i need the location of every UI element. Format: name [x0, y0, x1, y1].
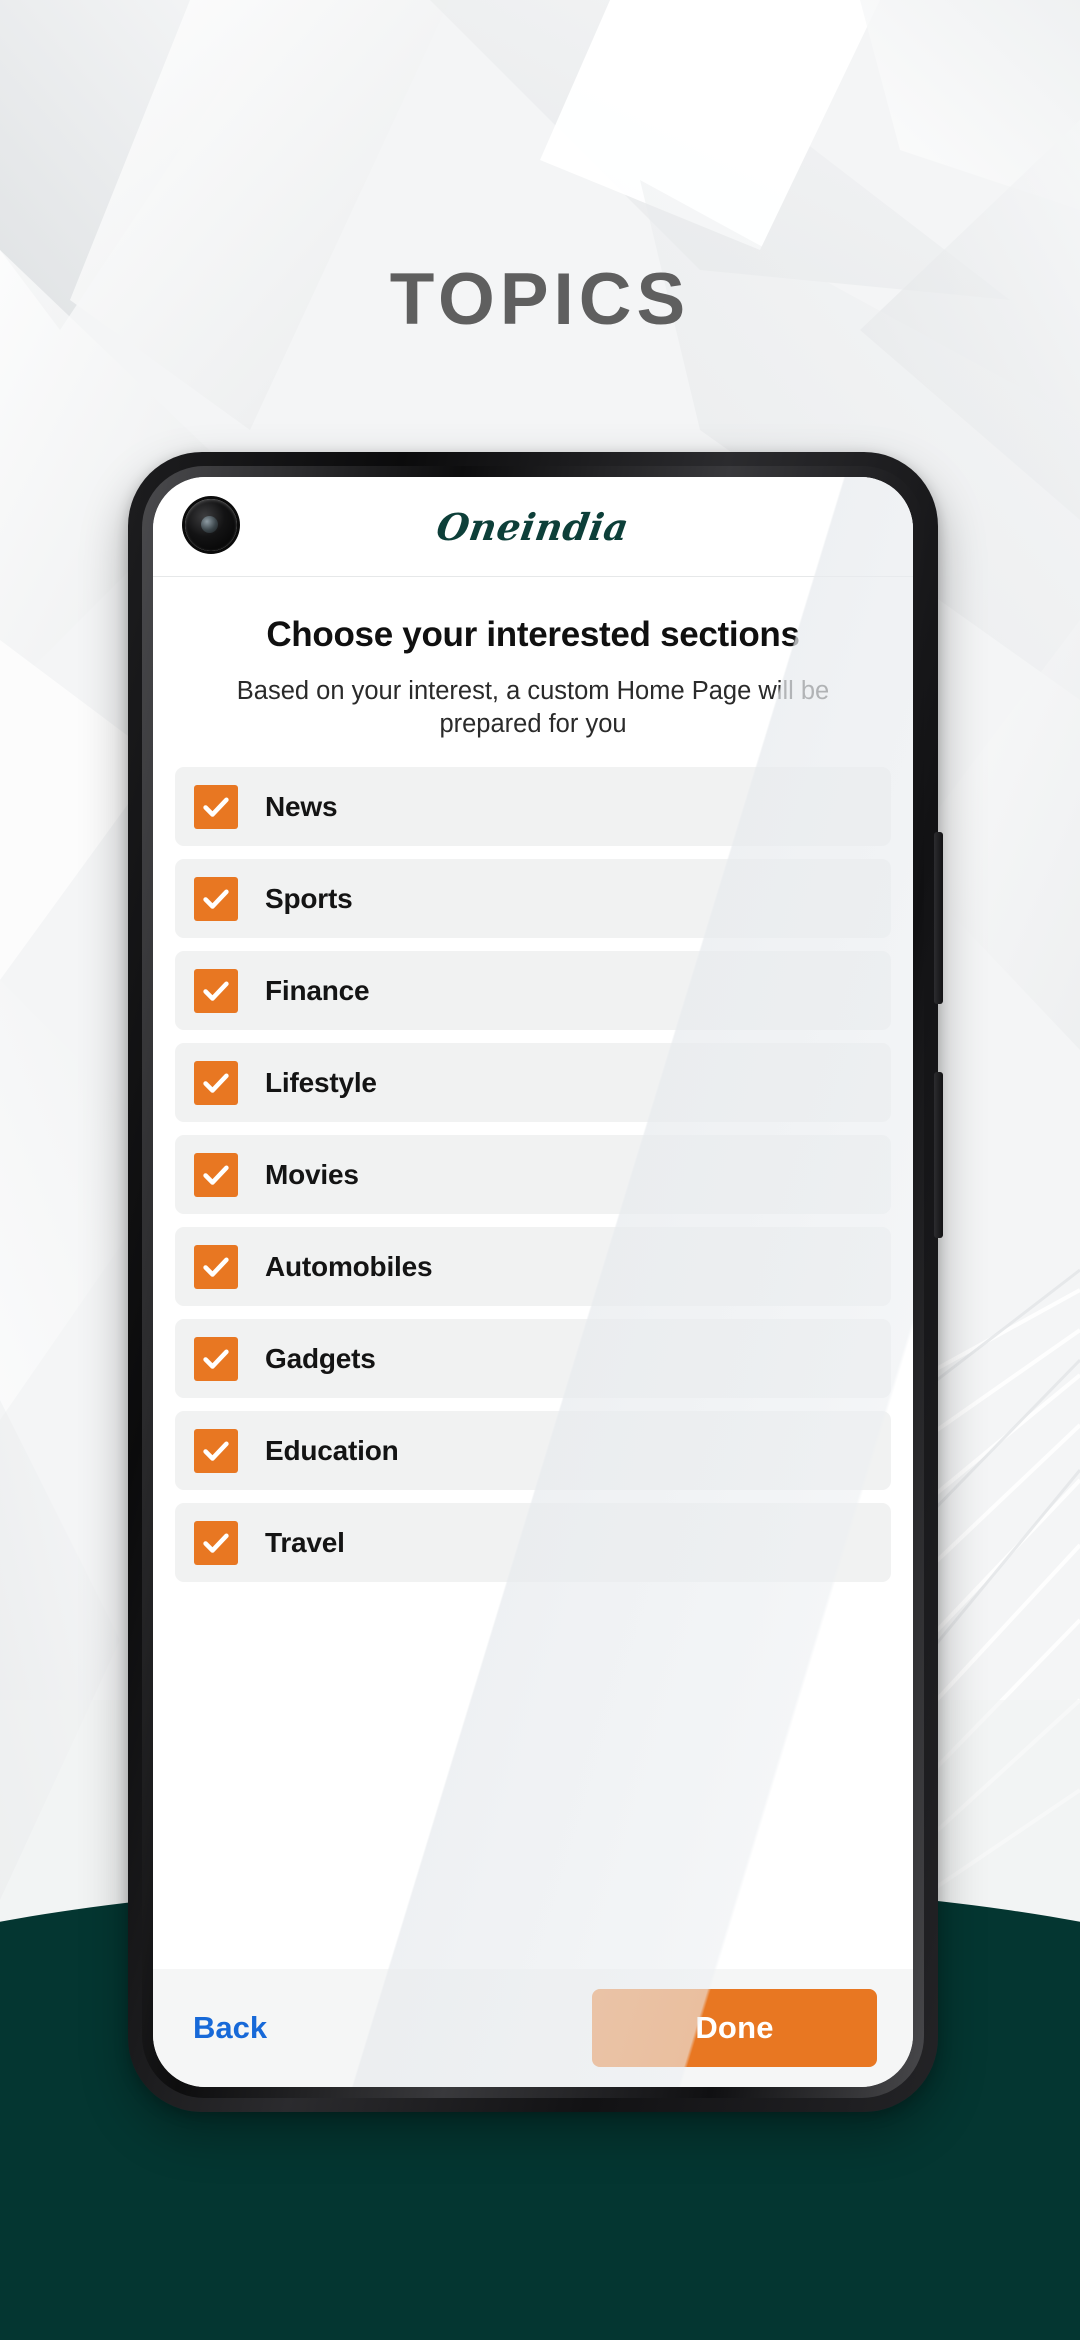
topic-label: Lifestyle — [265, 1066, 377, 1098]
checkmark-icon — [203, 1349, 229, 1369]
topic-label: News — [265, 790, 338, 822]
topic-row[interactable]: Sports — [175, 859, 891, 939]
topic-checkbox-checked[interactable] — [194, 1336, 238, 1381]
app-footer: Back Done — [153, 1969, 913, 2087]
phone-bezel: Oneindia Choose your interested sections… — [142, 466, 924, 2098]
topic-checkbox-checked[interactable] — [194, 1520, 238, 1565]
phone-screen: Oneindia Choose your interested sections… — [153, 477, 913, 2087]
done-button[interactable]: Done — [592, 1989, 877, 2067]
power-button[interactable] — [934, 1072, 943, 1238]
topic-row[interactable]: Automobiles — [175, 1227, 891, 1307]
topic-list: News Sports Finance Lifestyle Movies Automobi… — [175, 767, 891, 1583]
app-content: Choose your interested sections Based on… — [153, 577, 913, 1969]
checkmark-icon — [203, 1165, 229, 1185]
topic-checkbox-checked[interactable] — [194, 1428, 238, 1473]
topic-label: Travel — [265, 1526, 345, 1558]
topic-label: Finance — [265, 974, 370, 1006]
checkmark-icon — [203, 1533, 229, 1553]
topic-row[interactable]: Lifestyle — [175, 1043, 891, 1123]
volume-rocker-button[interactable] — [934, 832, 943, 1004]
app-logo: Oneindia — [433, 504, 633, 549]
checkmark-icon — [203, 1257, 229, 1277]
back-button[interactable]: Back — [189, 2002, 271, 2054]
topic-label: Movies — [265, 1158, 359, 1190]
topic-checkbox-checked[interactable] — [194, 1244, 238, 1289]
topic-checkbox-checked[interactable] — [194, 784, 238, 829]
topic-checkbox-checked[interactable] — [194, 1060, 238, 1105]
checkmark-icon — [203, 981, 229, 1001]
topic-checkbox-checked[interactable] — [194, 876, 238, 921]
punch-hole-camera-icon — [185, 499, 237, 551]
topic-label: Automobiles — [265, 1250, 433, 1282]
topic-row[interactable]: Travel — [175, 1503, 891, 1583]
checkmark-icon — [203, 1073, 229, 1093]
topic-label: Sports — [265, 882, 353, 914]
topic-checkbox-checked[interactable] — [194, 1152, 238, 1197]
page-subheadline: Based on your interest, a custom Home Pa… — [236, 677, 830, 739]
page-headline: Choose your interested sections — [266, 615, 800, 654]
checkmark-icon — [203, 1441, 229, 1461]
page-title: TOPICS — [389, 259, 691, 340]
topic-row[interactable]: Gadgets — [175, 1319, 891, 1399]
topic-row[interactable]: Education — [175, 1411, 891, 1491]
phone-mockup: Oneindia Choose your interested sections… — [128, 452, 943, 2112]
topic-row[interactable]: Finance — [175, 951, 891, 1031]
topic-label: Education — [265, 1434, 399, 1466]
topic-label: Gadgets — [265, 1342, 376, 1374]
topic-row[interactable]: News — [175, 767, 891, 847]
topic-row[interactable]: Movies — [175, 1135, 891, 1215]
checkmark-icon — [203, 889, 229, 909]
checkmark-icon — [203, 797, 229, 817]
topic-checkbox-checked[interactable] — [194, 968, 238, 1013]
app-header: Oneindia — [153, 477, 913, 577]
